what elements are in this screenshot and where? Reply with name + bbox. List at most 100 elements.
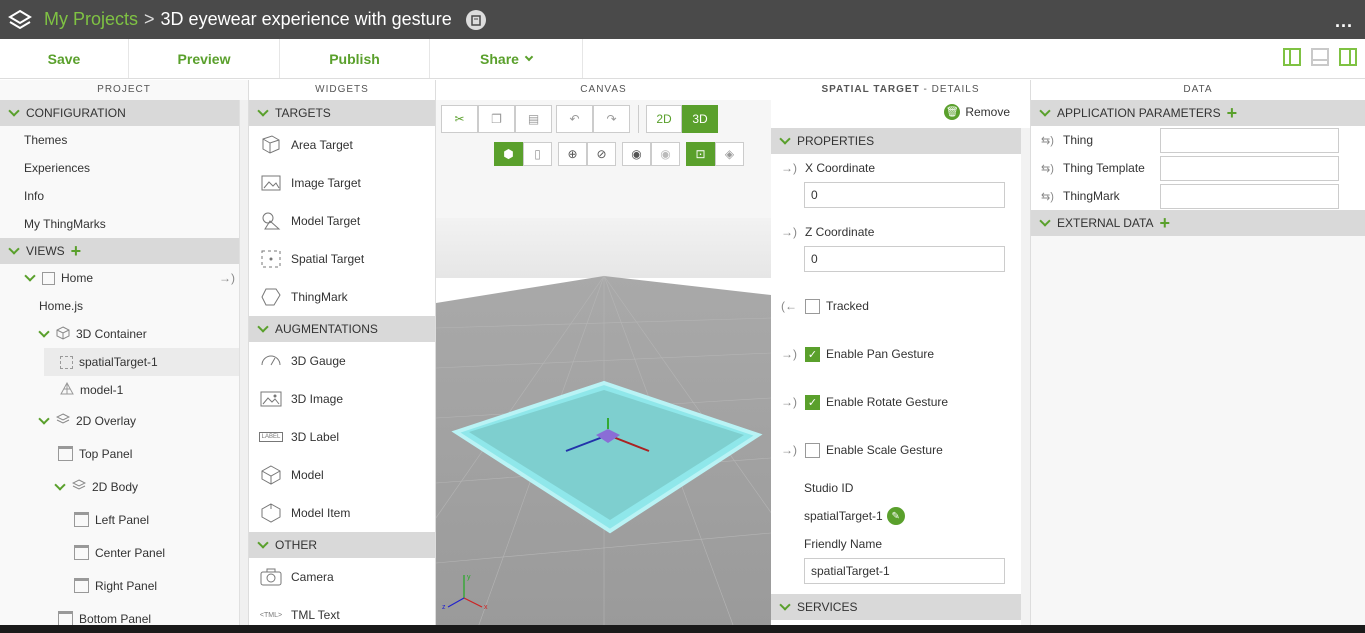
tree-item-2d-overlay[interactable]: 2D Overlay: [0, 404, 248, 437]
config-item-info[interactable]: Info: [0, 182, 248, 210]
save-button[interactable]: Save: [0, 39, 129, 78]
zoom-selection-icon[interactable]: ⊘: [587, 142, 616, 166]
targets-section[interactable]: TARGETS: [249, 100, 435, 126]
scale-gesture-checkbox[interactable]: [805, 442, 820, 458]
widget-model-item[interactable]: Model Item: [249, 494, 435, 532]
widget-area-target[interactable]: Area Target: [249, 126, 435, 164]
widget-image-target[interactable]: Image Target: [249, 164, 435, 202]
widget-model-target[interactable]: Model Target: [249, 202, 435, 240]
binding-both-icon[interactable]: ⇆): [1041, 190, 1063, 203]
param-thingmark-input[interactable]: [1160, 183, 1339, 209]
more-menu-icon[interactable]: ...: [1335, 11, 1353, 32]
cut-icon[interactable]: ✂: [441, 105, 478, 133]
mode-2d-button[interactable]: 2D: [646, 105, 682, 133]
tree-item-left-panel[interactable]: Left Panel: [0, 503, 248, 536]
param-thing-template-input[interactable]: [1160, 155, 1339, 181]
copy-icon[interactable]: ❐: [478, 105, 515, 133]
mode-3d-button[interactable]: 3D: [682, 105, 718, 133]
tree-item-2d-body[interactable]: 2D Body: [0, 470, 248, 503]
widget-3d-image[interactable]: 3D Image: [249, 380, 435, 418]
x-coordinate-input[interactable]: 0: [804, 182, 1005, 208]
project-scrollbar[interactable]: [239, 100, 248, 633]
config-item-thingmarks[interactable]: My ThingMarks: [0, 210, 248, 238]
other-section[interactable]: OTHER: [249, 532, 435, 558]
right-panel-layout-icon[interactable]: [1339, 48, 1357, 66]
properties-section[interactable]: PROPERTIES: [771, 128, 1021, 154]
config-item-experiences[interactable]: Experiences: [0, 154, 248, 182]
friendly-name-input[interactable]: spatialTarget-1: [804, 558, 1005, 584]
tree-item-spatial-target[interactable]: spatialTarget-1: [44, 348, 239, 376]
tree-item-3d-container[interactable]: 3D Container: [0, 320, 248, 348]
details-scrollbar[interactable]: [1021, 128, 1030, 633]
transform-gizmo-icon[interactable]: ⊡: [686, 142, 715, 166]
redo-icon[interactable]: ↷: [593, 105, 630, 133]
rotate-gesture-checkbox[interactable]: ✓: [805, 394, 820, 410]
tree-item-center-panel[interactable]: Center Panel: [0, 536, 248, 569]
breadcrumb-my-projects[interactable]: My Projects: [44, 9, 138, 30]
tree-item-model[interactable]: model-1: [0, 376, 248, 404]
tree-item-home-js[interactable]: Home.js: [0, 292, 248, 320]
spatial-target-label: spatialTarget-1: [79, 355, 158, 369]
augmentations-section[interactable]: AUGMENTATIONS: [249, 316, 435, 342]
edit-pencil-icon[interactable]: ✎: [886, 507, 905, 525]
publish-button[interactable]: Publish: [280, 39, 430, 78]
binding-in-icon[interactable]: →): [781, 443, 805, 457]
binding-arrow-icon[interactable]: →): [219, 271, 235, 285]
thingmark-label: ThingMark: [291, 290, 348, 304]
cube-view-icon[interactable]: ⬢: [494, 142, 523, 166]
app-logo-icon[interactable]: [0, 0, 40, 39]
preview-button[interactable]: Preview: [129, 39, 280, 78]
add-external-data-icon[interactable]: +: [1159, 214, 1170, 232]
application-parameters-section[interactable]: APPLICATION PARAMETERS +: [1031, 100, 1365, 126]
remove-button[interactable]: 🗑 Remove: [944, 104, 1010, 120]
param-row-thing-template: ⇆) Thing Template: [1031, 154, 1365, 182]
project-info-icon[interactable]: [465, 9, 486, 30]
3d-viewport[interactable]: y x z: [436, 218, 771, 633]
tree-item-right-panel[interactable]: Right Panel: [0, 569, 248, 602]
widget-model[interactable]: Model: [249, 456, 435, 494]
widget-camera[interactable]: Camera: [249, 558, 435, 596]
binding-both-icon[interactable]: ⇆): [1041, 134, 1063, 147]
x-coordinate-field-wrap: 0: [771, 182, 1030, 218]
widget-thingmark[interactable]: ThingMark: [249, 278, 435, 316]
add-parameter-icon[interactable]: +: [1227, 104, 1238, 122]
widget-3d-label[interactable]: LABEL 3D Label: [249, 418, 435, 456]
pan-gesture-checkbox[interactable]: ✓: [805, 346, 820, 362]
paste-icon[interactable]: ▤: [515, 105, 552, 133]
camera-label: Camera: [291, 570, 334, 584]
config-item-themes[interactable]: Themes: [0, 126, 248, 154]
z-coordinate-input[interactable]: 0: [804, 246, 1005, 272]
grid-plane-icon[interactable]: ◈: [715, 142, 744, 166]
history-tools: ↶ ↷: [556, 105, 630, 133]
binding-out-icon[interactable]: (←: [781, 299, 805, 313]
binding-in-icon[interactable]: →): [781, 225, 805, 239]
param-thing-input[interactable]: [1160, 127, 1339, 153]
binding-in-icon[interactable]: →): [781, 395, 805, 409]
eye-icon[interactable]: ◉: [651, 142, 680, 166]
panel-icon: [58, 611, 73, 626]
share-button[interactable]: Share: [430, 39, 583, 78]
tracked-checkbox[interactable]: [805, 298, 820, 314]
binding-both-icon[interactable]: ⇆): [1041, 162, 1063, 175]
configuration-section[interactable]: CONFIGURATION: [0, 100, 239, 126]
scale-gesture-row: →) Enable Scale Gesture: [771, 426, 1030, 474]
binding-in-icon[interactable]: →): [781, 347, 805, 361]
eye-hide-icon[interactable]: ◉: [622, 142, 651, 166]
bottom-panel-layout-icon[interactable]: [1311, 48, 1329, 66]
zoom-fit-icon[interactable]: ⊕: [558, 142, 587, 166]
details-panel: SPATIAL TARGET - DETAILS 🗑 Remove PROPER…: [771, 80, 1031, 633]
properties-label: PROPERTIES: [797, 134, 875, 148]
tree-item-home[interactable]: Home →): [0, 264, 239, 292]
services-section[interactable]: SERVICES: [771, 594, 1021, 620]
widget-spatial-target[interactable]: Spatial Target: [249, 240, 435, 278]
left-panel-layout-icon[interactable]: [1283, 48, 1301, 66]
binding-in-icon[interactable]: →): [781, 161, 805, 175]
external-data-section[interactable]: EXTERNAL DATA +: [1031, 210, 1365, 236]
tree-item-top-panel[interactable]: Top Panel: [0, 437, 248, 470]
undo-icon[interactable]: ↶: [556, 105, 593, 133]
layout-toggles: [1283, 48, 1357, 66]
add-view-icon[interactable]: +: [71, 242, 82, 260]
widget-3d-gauge[interactable]: 3D Gauge: [249, 342, 435, 380]
flat-view-icon[interactable]: ▯: [523, 142, 552, 166]
views-section[interactable]: VIEWS +: [0, 238, 239, 264]
